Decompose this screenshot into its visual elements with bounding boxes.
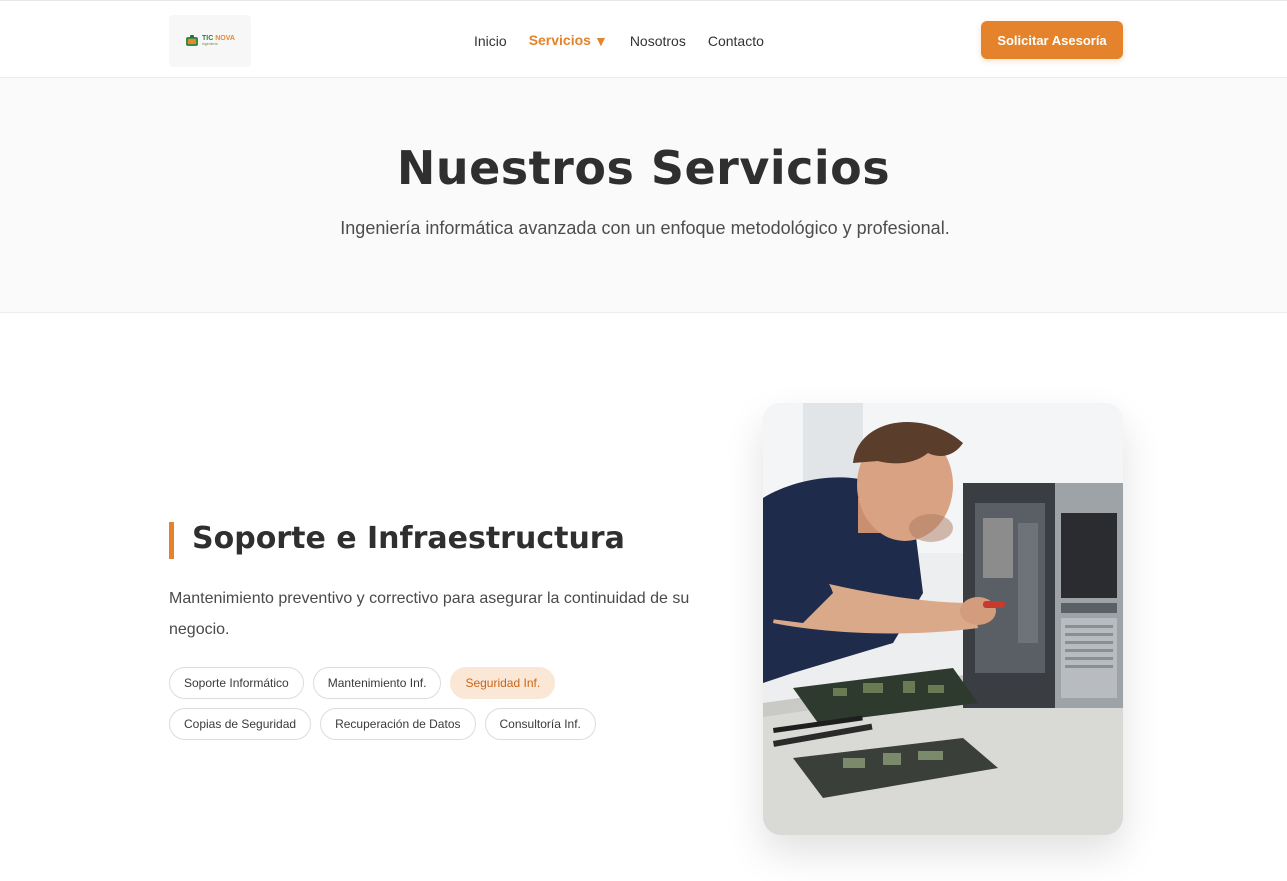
hero-banner: Nuestros Servicios Ingeniería informátic… [0,78,1287,313]
title-accent-bar [169,522,174,559]
service-photo [763,403,1123,835]
tag-soporte-informatico[interactable]: Soporte Informático [169,667,304,699]
service-tags: Soporte Informático Mantenimiento Inf. S… [169,667,729,749]
main-nav: Inicio Servicios ▼ Nosotros Contacto [474,32,786,49]
site-header: TIC NOVA Ingeniería Inicio Servicios ▼ No… [0,0,1287,78]
tag-copias-de-seguridad[interactable]: Copias de Seguridad [169,708,312,740]
logo-wordmark: TIC NOVA [202,35,235,43]
page-title: Nuestros Servicios [396,141,891,195]
request-consultation-button[interactable]: Solicitar Asesoría [981,21,1123,59]
logo-emblem-icon [185,34,199,48]
nav-item-contacto[interactable]: Contacto [708,33,764,49]
caret-down-icon: ▼ [593,33,608,49]
tag-consultoria[interactable]: Consultoría Inf. [484,708,596,740]
service-description: Mantenimiento preventivo y correctivo pa… [169,590,690,638]
brand-logo[interactable]: TIC NOVA Ingeniería [169,15,251,67]
tag-recuperacion-de-datos[interactable]: Recuperación de Datos [320,708,476,740]
tag-seguridad[interactable]: Seguridad Inf. [450,667,556,699]
tag-row: Copias de Seguridad Recuperación de Dato… [169,708,729,740]
nav-item-servicios-label: Servicios [528,32,591,48]
nav-item-nosotros[interactable]: Nosotros [630,33,686,49]
nav-item-servicios[interactable]: Servicios ▼ [529,32,608,49]
nav-item-inicio[interactable]: Inicio [474,33,507,49]
page-subtitle: Ingeniería informática avanzada con un e… [340,218,950,238]
logo-text: TIC NOVA Ingeniería [202,35,235,47]
logo-tagline: Ingeniería [202,42,218,47]
service-title: Soporte e Infraestructura [192,521,625,556]
tag-row: Soporte Informático Mantenimiento Inf. S… [169,667,729,699]
tag-mantenimiento[interactable]: Mantenimiento Inf. [312,667,442,699]
